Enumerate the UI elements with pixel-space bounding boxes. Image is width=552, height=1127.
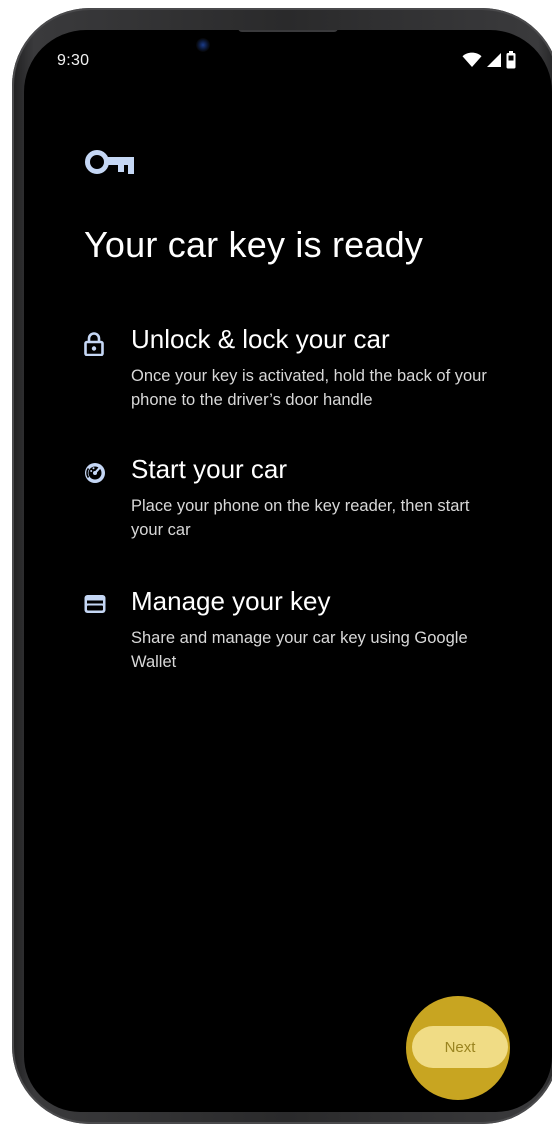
feature-title: Manage your key [131, 586, 331, 616]
status-bar: 9:30 [24, 30, 552, 86]
feature-title: Start your car [131, 454, 288, 484]
battery-icon [506, 51, 516, 74]
feature-title: Unlock & lock your car [131, 324, 390, 354]
wifi-icon [462, 52, 482, 73]
phone-screen: 9:30 Your car key is ready Unlock & lock… [24, 30, 552, 1112]
status-icons [462, 51, 516, 74]
status-time: 9:30 [57, 52, 90, 69]
next-button[interactable]: Next [412, 1026, 508, 1068]
lock-icon [84, 332, 104, 361]
feature-description: Once your key is activated, hold the bac… [131, 367, 487, 409]
speedometer-icon [84, 462, 106, 489]
page-title: Your car key is ready [84, 224, 424, 265]
cellular-signal-icon [486, 52, 502, 73]
feature-description: Place your phone on the key reader, then… [131, 497, 470, 539]
wallet-icon [84, 594, 106, 619]
feature-description: Share and manage your car key using Goog… [131, 629, 468, 671]
car-key-icon [84, 148, 136, 181]
